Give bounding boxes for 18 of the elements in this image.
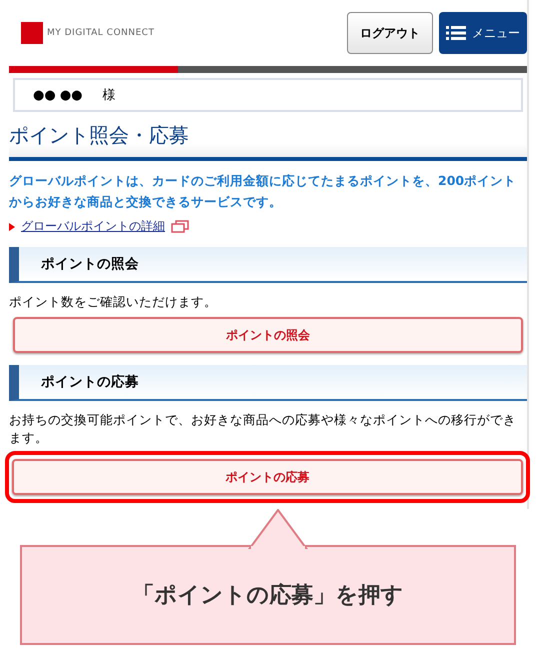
logout-button[interactable]: ログアウト	[347, 12, 433, 54]
logo-text: MY DIGITAL CONNECT	[47, 28, 154, 38]
menu-icon	[446, 25, 466, 41]
menu-button[interactable]: メニュー	[439, 12, 527, 54]
honorific: 様	[102, 87, 116, 104]
section-description: お持ちの交換可能ポイントで、お好きな商品への応募や様々なポイントへの移行ができます。	[9, 411, 517, 447]
section-description: ポイント数をご確認いただけます。	[9, 293, 218, 311]
section-heading: ポイントの応募	[9, 365, 527, 401]
section-heading: ポイントの照会	[9, 247, 527, 283]
action-button[interactable]: ポイントの応募	[12, 459, 523, 495]
triangle-icon	[9, 222, 15, 230]
action-button[interactable]: ポイントの照会	[13, 317, 523, 353]
user-name: ●● ●●	[33, 88, 83, 102]
intro-text: グローバルポイントは、カードのご利用金額に応じてたまるポイントを、200ポイントからお好きな商品と交換できるサービスです。	[9, 172, 518, 211]
callout-text: 「ポイントの応募」を押す	[132, 582, 404, 610]
detail-link[interactable]: グローバルポイントの詳細	[21, 218, 165, 235]
logo-icon	[21, 22, 43, 44]
new-window-icon	[171, 220, 189, 233]
